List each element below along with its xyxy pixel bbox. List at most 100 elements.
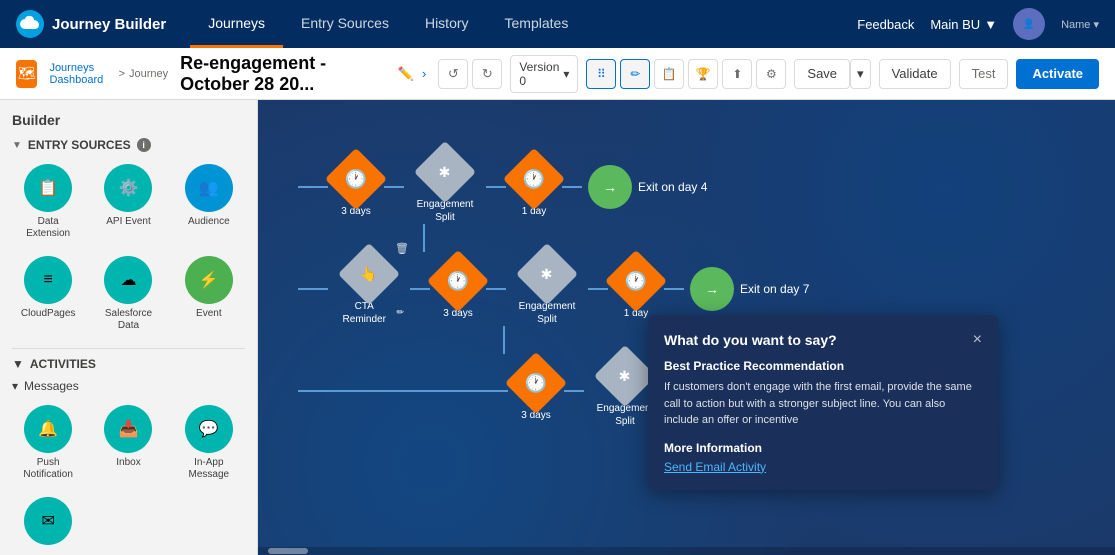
top-navigation: Journey Builder Journeys Entry Sources H… <box>0 0 1115 48</box>
edit-mode-button[interactable]: ✏ <box>620 59 650 89</box>
save-dropdown-button[interactable]: ▾ <box>850 59 871 89</box>
save-button[interactable]: Save <box>794 59 850 89</box>
activities-chevron-icon: ▼ <box>12 357 24 371</box>
connector <box>410 288 430 290</box>
in-app-message-icon: 💬 <box>185 405 233 453</box>
sidebar-item-cloudpages[interactable]: ≡ CloudPages <box>12 252 84 336</box>
tooltip-rec-body: If customers don't engage with the first… <box>664 379 982 429</box>
exit-day7-label: Exit on day 7 <box>740 282 809 296</box>
split-icon: ✱ <box>541 265 553 282</box>
tooltip-header: What do you want to say? × <box>664 331 982 349</box>
salesforce-data-icon: ☁ <box>104 256 152 304</box>
edit-node-icon[interactable]: ✏ <box>396 307 404 319</box>
sidebar-item-salesforce-data[interactable]: ☁ Salesforce Data <box>92 252 164 336</box>
trophy-button[interactable]: 🏆 <box>688 59 718 89</box>
user-avatar[interactable]: 👤 <box>1013 8 1045 40</box>
chevron-down-icon: ▼ <box>984 17 997 32</box>
test-button[interactable]: Test <box>959 59 1009 89</box>
sidebar-item-event[interactable]: ⚡ Event <box>173 252 245 336</box>
wait-diamond-icon: 🕐 <box>505 351 567 413</box>
node-3days-row2[interactable]: 🕐 3 days <box>436 259 480 320</box>
sidebar-item-data-extension[interactable]: 📋 Data Extension <box>12 160 84 244</box>
tooltip-close-button[interactable]: × <box>973 331 982 349</box>
messages-grid: 🔔 Push Notification 📥 Inbox 💬 In-App Mes… <box>12 401 245 553</box>
main-layout: Builder ▼ ENTRY SOURCES i 📋 Data Extensi… <box>0 100 1115 555</box>
activities-label: ACTIVITIES <box>30 357 96 371</box>
canvas-inner[interactable]: 🕐 3 days ✱ Engagement Split <box>258 100 1115 555</box>
validate-button[interactable]: Validate <box>879 59 951 89</box>
node-1day-row2[interactable]: 🕐 1 day <box>614 259 658 320</box>
main-bu-selector[interactable]: Main BU ▼ <box>930 17 997 32</box>
dashboard-link[interactable]: Journeys Dashboard <box>49 62 114 86</box>
nav-tab-journeys[interactable]: Journeys <box>190 0 283 48</box>
nav-tab-entry-sources[interactable]: Entry Sources <box>283 0 407 48</box>
journey-title-group: Re-engagement - October 28 20... ✏️ › <box>180 53 426 95</box>
node-3days-row1[interactable]: 🕐 3 days <box>334 157 378 218</box>
app-name: Journey Builder <box>52 16 166 33</box>
sidebar-item-api-event[interactable]: ⚙️ API Event <box>92 160 164 244</box>
journey-canvas[interactable]: 🕐 3 days ✱ Engagement Split <box>258 100 1115 555</box>
sidebar-item-inbox[interactable]: 📥 Inbox <box>92 401 164 485</box>
app-logo[interactable]: Journey Builder <box>16 10 166 38</box>
flow-view-button[interactable]: ⠿ <box>586 59 616 89</box>
clock-icon: 🕐 <box>625 270 647 291</box>
breadcrumb: Journeys Dashboard > Journey <box>49 62 168 86</box>
connector <box>298 186 328 188</box>
redo-button[interactable]: ↻ <box>472 59 502 89</box>
messages-chevron-icon: ▾ <box>12 379 18 393</box>
entry-sources-chevron-icon: ▼ <box>12 140 22 151</box>
node-engagement-split-row1[interactable]: ✱ Engagement Split <box>410 150 480 224</box>
nav-tab-templates[interactable]: Templates <box>487 0 587 48</box>
split-icon: ✱ <box>439 163 451 180</box>
sidebar-item-email[interactable]: ✉ <box>12 493 84 553</box>
nav-tab-history[interactable]: History <box>407 0 487 48</box>
activities-section-header[interactable]: ▼ ACTIVITIES <box>12 357 245 371</box>
connector <box>564 390 584 392</box>
exit-circle-icon: → <box>588 165 632 209</box>
entry-sources-label: ENTRY SOURCES <box>28 138 131 152</box>
node-exit-day7[interactable]: → Exit on day 7 <box>690 267 809 311</box>
scrollbar-thumb[interactable] <box>268 548 308 554</box>
delete-node-icon[interactable]: 🗑 <box>395 242 409 255</box>
version-selector[interactable]: Version 0 ▾ <box>510 55 578 93</box>
salesforce-data-label: Salesforce Data <box>96 308 160 332</box>
event-label: Event <box>196 308 222 320</box>
settings-button[interactable]: ⚙ <box>756 59 786 89</box>
export-button[interactable]: ⬆ <box>722 59 752 89</box>
undo-button[interactable]: ↺ <box>438 59 468 89</box>
node-exit-day4[interactable]: → Exit on day 4 <box>588 165 707 209</box>
data-extension-icon: 📋 <box>24 164 72 212</box>
entry-sources-info-icon[interactable]: i <box>137 138 151 152</box>
connector-long <box>298 390 508 392</box>
cloudpages-label: CloudPages <box>21 308 75 320</box>
edit-title-icon[interactable]: ✏️ <box>398 66 414 82</box>
sidebar-item-push-notification[interactable]: 🔔 Push Notification <box>12 401 84 485</box>
activate-button[interactable]: Activate <box>1016 59 1099 89</box>
node-engagement-split-row2[interactable]: ✱ Engagement Split <box>512 252 582 326</box>
tooltip-rec-title: Best Practice Recommendation <box>664 359 982 373</box>
next-icon[interactable]: › <box>422 66 426 81</box>
in-app-message-label: In-App Message <box>177 457 241 481</box>
sidebar-item-audience[interactable]: 👥 Audience <box>173 160 245 244</box>
node-1day-row1[interactable]: 🕐 1 day <box>512 157 556 218</box>
connector <box>664 288 684 290</box>
entry-sources-section-header[interactable]: ▼ ENTRY SOURCES i <box>12 138 245 152</box>
split-diamond-icon: ✱ <box>414 141 476 203</box>
summary-button[interactable]: 📋 <box>654 59 684 89</box>
tooltip-modal: What do you want to say? × Best Practice… <box>648 315 998 490</box>
tooltip-title: What do you want to say? <box>664 332 837 348</box>
push-notification-icon: 🔔 <box>24 405 72 453</box>
node-cta-reminder[interactable]: 👆 🗑 CTA Reminder ✏ <box>334 252 404 326</box>
wait-diamond-icon: 🕐 <box>503 147 565 209</box>
email-icon: ✉ <box>24 497 72 545</box>
horizontal-scrollbar[interactable] <box>258 547 1115 555</box>
sidebar-item-in-app-message[interactable]: 💬 In-App Message <box>173 401 245 485</box>
tooltip-link[interactable]: Send Email Activity <box>664 460 766 474</box>
main-nav-tabs: Journeys Entry Sources History Templates <box>190 0 586 48</box>
avatar-initials: 👤 <box>1023 19 1035 30</box>
exit-day7-group: → Exit on day 7 <box>690 267 809 311</box>
event-icon: ⚡ <box>185 256 233 304</box>
feedback-link[interactable]: Feedback <box>857 17 914 32</box>
messages-sub-header[interactable]: ▾ Messages <box>12 379 245 393</box>
node-3days-row3[interactable]: 🕐 3 days <box>514 361 558 422</box>
